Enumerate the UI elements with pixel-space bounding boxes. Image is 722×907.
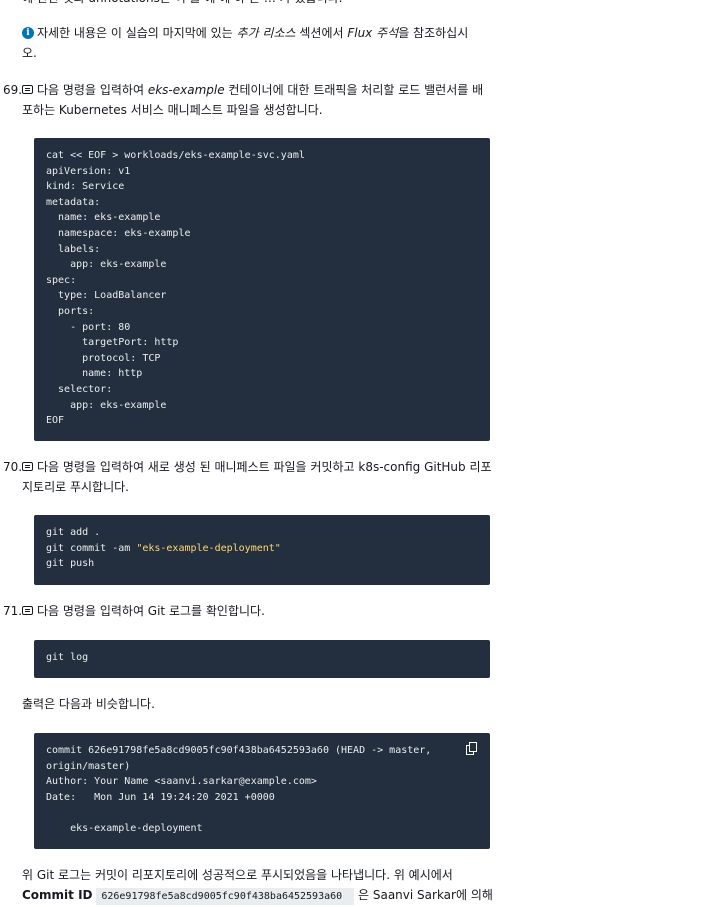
code-block-git-commit[interactable]: git add . git commit -am "eks-example-de…: [34, 515, 490, 585]
git-log-output-text: commit 626e91798fe5a8cd9005fc90f438ba645…: [46, 745, 432, 834]
info-note-text-mid: 섹션에서: [295, 26, 348, 40]
info-note-text-before: 자세한 내용은 이 실습의 마지막에 있는: [37, 26, 237, 40]
bottom-line2-after: 은 Saanvi Sarkar에 의해: [358, 888, 493, 902]
keyboard-icon: [22, 85, 33, 94]
commit-id-value: 626e91798fe5a8cd9005fc90f438ba6452593a60: [96, 888, 355, 905]
info-note-em-flux[interactable]: Flux 주석: [347, 26, 398, 40]
info-note: i 자세한 내용은 이 실습의 마지막에 있는 추가 리소스 섹션에서 Flux …: [22, 23, 502, 63]
step-70-line2: 지토리로 푸시합니다.: [22, 480, 129, 494]
step-71-line1: 다음 명령을 입력하여 Git 로그를 확인합니다.: [37, 604, 265, 618]
step-69-line1-em: eks-example: [147, 83, 225, 97]
keyboard-icon: [22, 606, 33, 615]
step-69-text: 다음 명령을 입력하여 eks-example 컨테이너에 대한 트래픽을 처리…: [22, 80, 502, 120]
step-71-text: 다음 명령을 입력하여 Git 로그를 확인합니다.: [22, 601, 502, 621]
info-note-line2: 오.: [22, 46, 37, 60]
code-block-svc-yaml[interactable]: cat << EOF > workloads/eks-example-svc.y…: [34, 138, 490, 441]
step-70-text: 다음 명령을 입력하여 새로 생성 된 매니페스트 파일을 커밋하고 k8s-c…: [22, 457, 502, 497]
copy-icon[interactable]: [466, 742, 479, 756]
code-git-commit-message: "eks-example-deployment": [136, 542, 281, 554]
keyboard-icon: [22, 462, 33, 471]
step-70-number: 70.: [3, 460, 23, 474]
output-label: 출력은 다음과 비슷합니다.: [22, 697, 155, 711]
step-69-line2: 포하는 Kubernetes 서비스 매니페스트 파일을 생성합니다.: [22, 103, 323, 117]
info-note-text-after: 을 참조하십시: [398, 26, 469, 40]
step-71-number: 71.: [3, 604, 23, 618]
step-70-line1: 다음 명령을 입력하여 새로 생성 된 매니페스트 파일을 커밋하고 k8s-c…: [37, 460, 492, 474]
bottom-paragraph: 위 Git 로그는 커밋이 리포지토리에 성공적으로 푸시되었음을 나타냅니다.…: [22, 865, 512, 907]
code-git-commit-cmd: git commit -am: [46, 542, 137, 554]
code-git-push: git push: [46, 558, 95, 570]
step-69-line1-before: 다음 명령을 입력하여: [37, 83, 148, 97]
step-69-line1-after: 컨테이너에 대한 트래픽을 처리할 로드 밸런서를 배: [224, 83, 484, 97]
info-icon: i: [22, 26, 34, 39]
top-partial-text: 에 관한 것과 annotations는 어 를 에 에 하 는 … 가 있습니…: [22, 0, 342, 8]
commit-id-label: Commit ID: [22, 888, 93, 902]
bottom-line1: 위 Git 로그는 커밋이 리포지토리에 성공적으로 푸시되었음을 나타냅니다.…: [22, 868, 453, 882]
step-69-number: 69.: [3, 83, 23, 97]
code-block-git-log[interactable]: git log: [34, 640, 490, 678]
code-block-git-log-output[interactable]: commit 626e91798fe5a8cd9005fc90f438ba645…: [34, 733, 490, 849]
info-note-em-resources[interactable]: 추가 리소스: [237, 26, 296, 40]
code-git-add: git add .: [46, 527, 101, 538]
